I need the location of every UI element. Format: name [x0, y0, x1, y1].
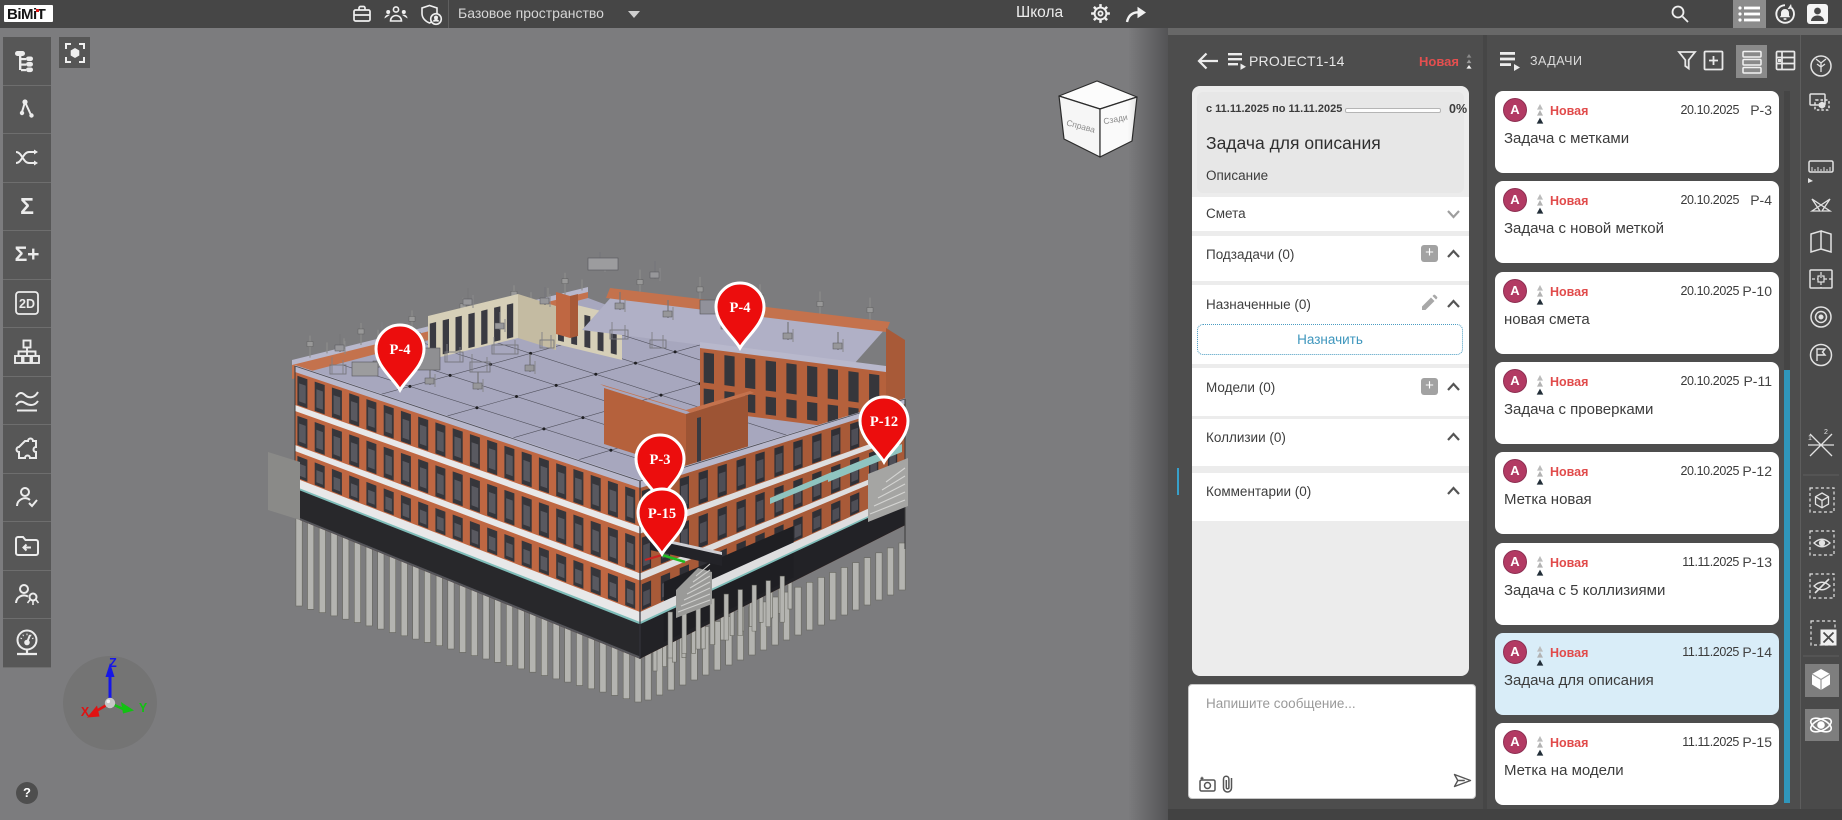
svg-text:P-4: P-4: [390, 342, 411, 358]
svg-text:P-3: P-3: [650, 452, 671, 468]
svg-text:P-12: P-12: [870, 414, 898, 430]
svg-text:Z: Z: [109, 656, 117, 670]
svg-text:1: 1: [1808, 435, 1812, 442]
svg-text:P-4: P-4: [730, 300, 751, 316]
svg-text:2D: 2D: [19, 297, 35, 311]
svg-text:P-15: P-15: [648, 506, 676, 522]
svg-text:X: X: [81, 705, 90, 719]
svg-text:2: 2: [1824, 429, 1828, 436]
svg-text:Y: Y: [139, 701, 148, 715]
